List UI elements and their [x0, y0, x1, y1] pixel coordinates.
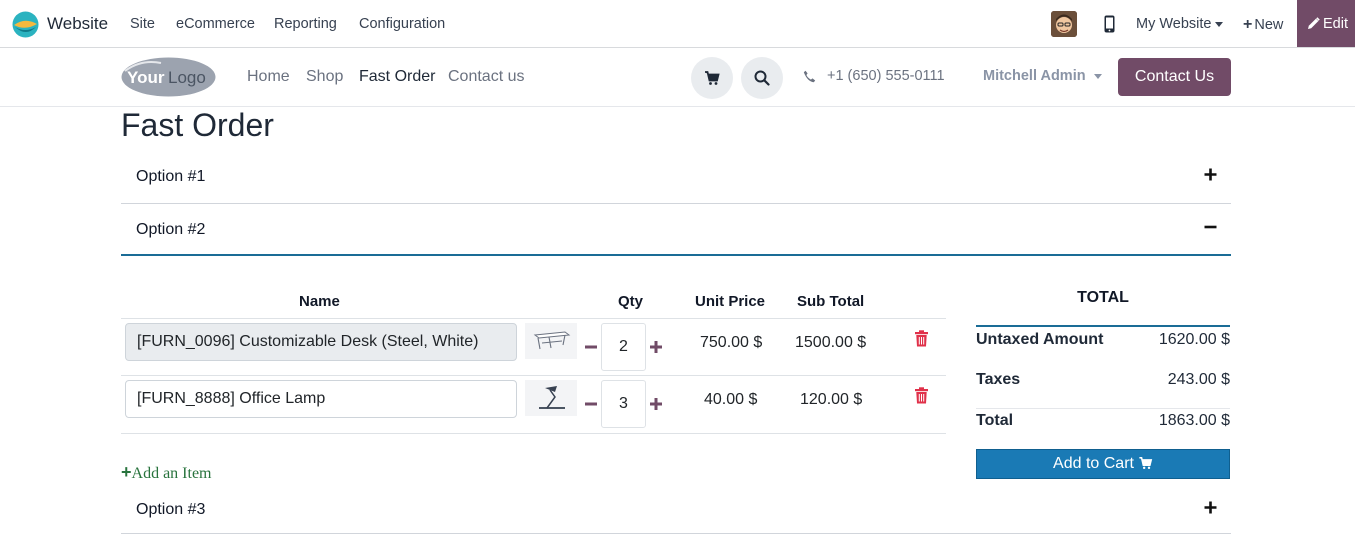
- plus-icon: +: [121, 462, 132, 482]
- edit-button-label: Edit: [1323, 16, 1348, 32]
- search-icon: [754, 70, 770, 86]
- sub-total: 120.00 $: [800, 391, 863, 408]
- nav-home[interactable]: Home: [247, 68, 290, 86]
- header-sub-total: Sub Total: [797, 293, 865, 310]
- option-1-header[interactable]: Option #1: [121, 150, 1231, 202]
- cart-icon: [1139, 456, 1153, 470]
- new-button[interactable]: + New: [1243, 16, 1283, 34]
- website-selector[interactable]: My Website: [1136, 16, 1224, 32]
- divider: [121, 533, 1231, 534]
- header-qty: Qty: [618, 293, 644, 310]
- header-divider: [121, 318, 946, 319]
- odoo-logo-icon[interactable]: [12, 11, 39, 38]
- qty-increase-button[interactable]: [649, 340, 663, 354]
- website-selector-label: My Website: [1136, 16, 1212, 32]
- option-3-header[interactable]: Option #3: [121, 483, 1231, 535]
- page-title: Fast Order: [121, 107, 274, 143]
- menu-site[interactable]: Site: [130, 16, 155, 32]
- qty-decrease-button[interactable]: [584, 397, 598, 411]
- caret-down-icon: [1093, 73, 1102, 79]
- website-header: Your Logo Home Shop Fast Order Contact u…: [0, 48, 1355, 107]
- unit-price: 40.00 $: [704, 391, 758, 408]
- taxes-value: 243.00 $: [1167, 371, 1230, 388]
- app-name[interactable]: Website: [47, 14, 108, 34]
- edit-button[interactable]: Edit: [1297, 0, 1355, 47]
- unit-price: 750.00 $: [700, 334, 763, 351]
- menu-configuration[interactable]: Configuration: [359, 16, 445, 32]
- total-value: 1863.00 $: [1158, 412, 1230, 429]
- contact-us-button[interactable]: Contact Us: [1118, 58, 1231, 96]
- option-2-label: Option #2: [136, 221, 206, 238]
- phone-number[interactable]: +1 (650) 555-0111: [827, 68, 945, 84]
- svg-text:Your: Your: [127, 68, 165, 87]
- avatar[interactable]: [1051, 11, 1077, 37]
- add-item-label: Add an Item: [131, 465, 212, 482]
- option-3-label: Option #3: [136, 501, 206, 518]
- pencil-icon: [1308, 17, 1320, 29]
- product-thumbnail: [525, 323, 577, 359]
- row-divider: [121, 433, 946, 434]
- plus-icon[interactable]: [1204, 501, 1217, 514]
- add-to-cart-label: Add to Cart: [1053, 455, 1134, 472]
- svg-text:Logo: Logo: [168, 68, 206, 87]
- sub-total: 1500.00 $: [795, 334, 867, 351]
- nav-fast-order[interactable]: Fast Order: [359, 68, 435, 86]
- nav-shop[interactable]: Shop: [306, 68, 343, 86]
- total-label: Total: [976, 412, 1014, 429]
- site-logo[interactable]: Your Logo: [121, 57, 216, 97]
- qty-input[interactable]: 3: [601, 380, 646, 428]
- untaxed-amount-label: Untaxed Amount: [976, 331, 1104, 348]
- menu-ecommerce[interactable]: eCommerce: [176, 16, 255, 32]
- plus-icon[interactable]: [1204, 168, 1217, 181]
- qty-increase-button[interactable]: [649, 397, 663, 411]
- admin-topbar: Website Site eCommerce Reporting Configu…: [0, 0, 1355, 48]
- phone-icon: [803, 70, 816, 83]
- user-name: Mitchell Admin: [983, 68, 1086, 84]
- totals-heading: TOTAL: [1077, 289, 1129, 306]
- search-button[interactable]: [741, 57, 783, 99]
- qty-input[interactable]: 2: [601, 323, 646, 371]
- trash-icon[interactable]: [914, 387, 929, 404]
- cart-icon: [705, 71, 720, 85]
- trash-icon[interactable]: [914, 330, 929, 347]
- product-thumbnail: [525, 380, 577, 416]
- header-unit-price: Unit Price: [695, 293, 766, 310]
- qty-decrease-button[interactable]: [584, 340, 598, 354]
- user-menu[interactable]: Mitchell Admin: [983, 68, 1102, 84]
- product-field[interactable]: [FURN_8888] Office Lamp: [125, 380, 517, 418]
- option-2-accent-line: [121, 254, 1231, 256]
- menu-reporting[interactable]: Reporting: [274, 16, 337, 32]
- untaxed-amount-value: 1620.00 $: [1158, 331, 1230, 348]
- totals-accent-line: [976, 325, 1230, 327]
- option-2-header[interactable]: Option #2: [121, 203, 1231, 255]
- taxes-label: Taxes: [976, 371, 1021, 388]
- add-to-cart-button[interactable]: Add to Cart: [976, 449, 1230, 479]
- caret-down-icon: [1215, 21, 1224, 27]
- product-field[interactable]: [FURN_0096] Customizable Desk (Steel, Wh…: [125, 323, 517, 361]
- row-divider: [121, 375, 946, 376]
- header-name: Name: [299, 293, 340, 310]
- minus-icon[interactable]: [1204, 223, 1217, 231]
- totals-divider: [976, 408, 1230, 409]
- new-button-label: New: [1254, 17, 1284, 33]
- nav-contact-us[interactable]: Contact us: [448, 68, 524, 86]
- option-1-label: Option #1: [136, 168, 206, 185]
- plus-icon: +: [1243, 16, 1253, 33]
- add-item-link[interactable]: +Add an Item: [121, 462, 212, 483]
- cart-button[interactable]: [691, 57, 733, 99]
- mobile-preview-icon[interactable]: [1104, 15, 1115, 33]
